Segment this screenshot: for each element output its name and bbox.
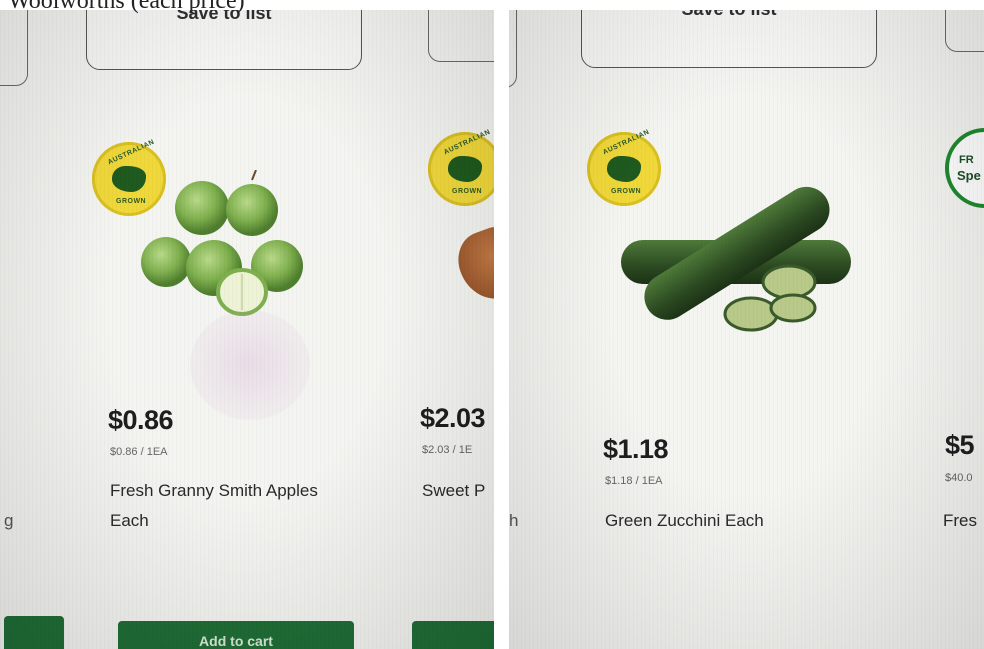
sweet-potato-image — [449, 221, 494, 309]
unit-price: $1.18 / 1EA — [605, 475, 663, 487]
apples-image — [141, 170, 303, 316]
next-product-name[interactable]: Fres — [943, 506, 977, 536]
shadow — [190, 310, 310, 420]
next-product-name[interactable]: Sweet P — [422, 476, 485, 506]
next-product-price: $5 — [945, 430, 975, 460]
next-unit-price: $2.03 / 1E — [422, 444, 473, 456]
caption: Woolworths (each price) — [8, 0, 245, 14]
product-name-line1[interactable]: Fresh Granny Smith Apples — [110, 476, 318, 506]
next-add-to-cart-button[interactable] — [412, 621, 494, 649]
apple — [175, 181, 229, 235]
screenshot-collage: Woolworths (each price) Save to list AUS… — [0, 0, 984, 649]
prev-card-edge — [509, 10, 517, 88]
next-product-price: $2.03 — [420, 403, 486, 433]
save-to-list-button[interactable]: Save to list — [86, 10, 362, 70]
left-photo-panel: Save to list AUSTRALIAN GROWN AUSTRALIAN… — [0, 10, 494, 649]
zucchini-slice — [723, 296, 779, 332]
australia-map-icon — [448, 156, 482, 182]
product-price: $0.86 — [108, 405, 174, 435]
australian-grown-badge-next: AUSTRALIAN GROWN — [428, 129, 494, 206]
apple — [141, 237, 191, 287]
next-card-edge — [428, 10, 494, 62]
prev-product-fragment: h — [509, 511, 519, 530]
zucchini-slice — [761, 264, 817, 300]
prev-card-edge — [0, 10, 28, 86]
product-name[interactable]: Green Zucchini Each — [605, 506, 764, 536]
right-photo-panel: Save to list AUSTRALIAN GROWN FR Spe — [509, 10, 984, 649]
product-name-line2[interactable]: Each — [110, 506, 149, 536]
prev-product-fragment: g — [4, 511, 14, 530]
zucchini-image — [621, 186, 851, 332]
save-to-list-button[interactable]: Save to list — [581, 10, 877, 68]
fresh-special-badge: FR Spe — [945, 128, 984, 208]
unit-price: $0.86 / 1EA — [110, 446, 168, 458]
prev-add-to-cart-button[interactable] — [4, 616, 64, 649]
add-to-cart-button[interactable]: Add to cart — [118, 621, 354, 649]
next-unit-price: $40.0 — [945, 472, 973, 484]
apple — [226, 184, 278, 236]
next-card-edge — [945, 10, 984, 52]
zucchini-slice — [769, 293, 817, 323]
product-price: $1.18 — [603, 434, 669, 464]
